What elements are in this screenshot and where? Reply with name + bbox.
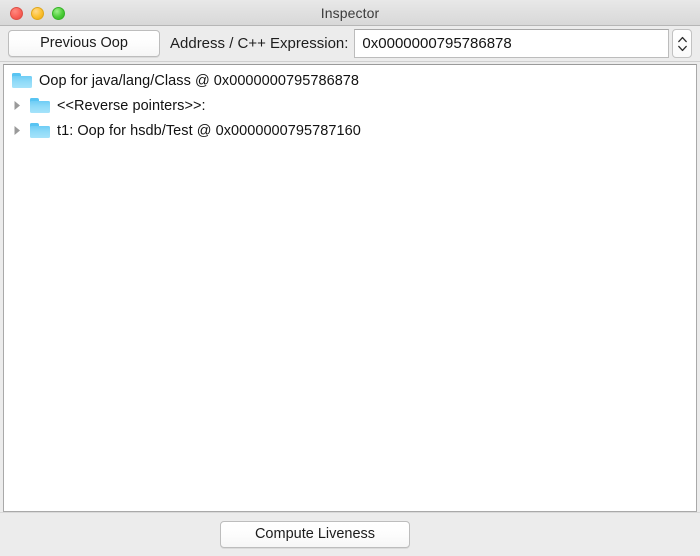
inspector-window: Inspector Previous Oop Address / C++ Exp… xyxy=(0,0,700,556)
tree-row-label: Oop for java/lang/Class @ 0x000000079578… xyxy=(39,72,360,89)
oop-tree: Oop for java/lang/Class @ 0x000000079578… xyxy=(4,65,696,143)
inspector-content-panel: Oop for java/lang/Class @ 0x000000079578… xyxy=(3,64,697,512)
footer-bar: Compute Liveness xyxy=(0,512,700,556)
maximize-button-icon[interactable] xyxy=(52,6,65,20)
window-controls xyxy=(10,0,65,26)
folder-icon xyxy=(12,73,32,88)
folder-icon xyxy=(30,98,50,113)
minimize-button-icon[interactable] xyxy=(31,6,44,20)
toolbar: Previous Oop Address / C++ Expression: 0… xyxy=(0,26,700,62)
address-input-group: 0x0000000795786878 xyxy=(354,29,692,58)
folder-icon xyxy=(30,123,50,138)
close-button-icon[interactable] xyxy=(10,6,23,20)
tree-row-label: t1: Oop for hsdb/Test @ 0x00000007957871… xyxy=(57,122,361,139)
titlebar: Inspector xyxy=(0,0,700,26)
compute-liveness-button[interactable]: Compute Liveness xyxy=(220,521,410,548)
address-input[interactable]: 0x0000000795786878 xyxy=(354,29,669,58)
chevron-right-icon[interactable] xyxy=(8,100,26,111)
tree-row[interactable]: <<Reverse pointers>>: xyxy=(4,93,696,118)
stepper-up-down-icon[interactable] xyxy=(672,29,692,58)
window-title: Inspector xyxy=(320,4,380,21)
previous-oop-button[interactable]: Previous Oop xyxy=(8,30,160,57)
chevron-right-icon[interactable] xyxy=(8,125,26,136)
address-expression-label: Address / C++ Expression: xyxy=(170,35,349,52)
tree-row[interactable]: Oop for java/lang/Class @ 0x000000079578… xyxy=(4,68,696,93)
tree-row-label: <<Reverse pointers>>: xyxy=(57,97,206,114)
tree-row[interactable]: t1: Oop for hsdb/Test @ 0x00000007957871… xyxy=(4,118,696,143)
